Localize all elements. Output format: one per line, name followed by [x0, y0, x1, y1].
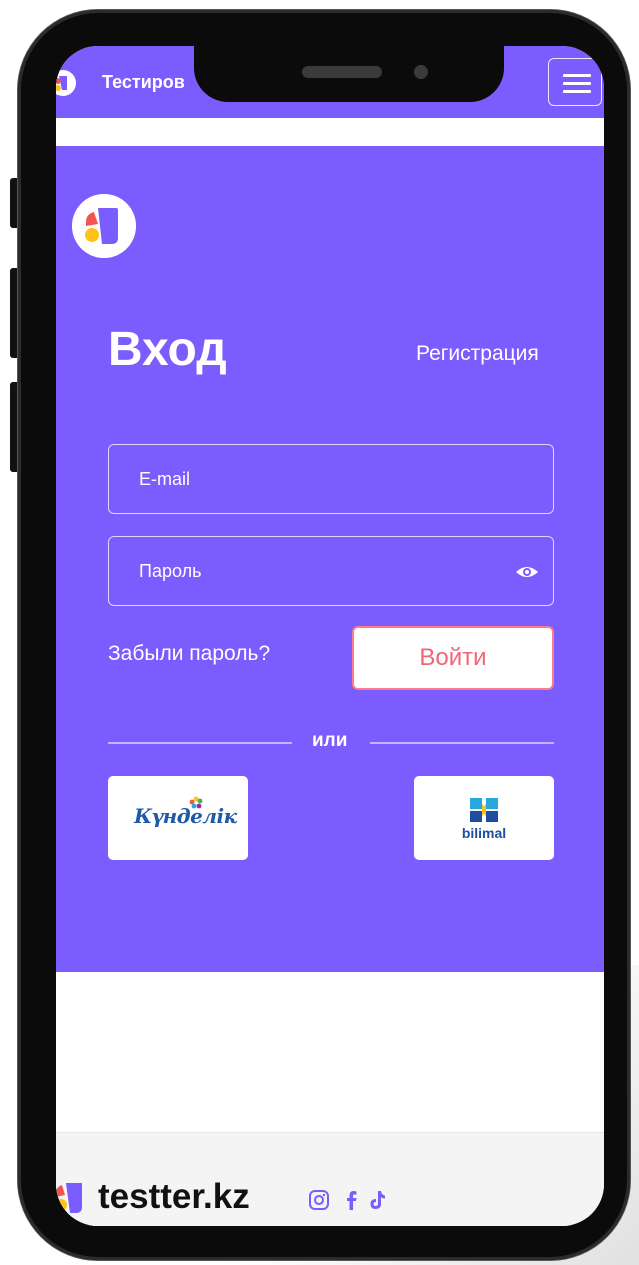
site-title[interactable]: Тестиров	[102, 72, 185, 93]
bilimal-logo	[470, 798, 498, 822]
footer-brand[interactable]: testter.kz	[98, 1177, 250, 1217]
hamburger-menu-icon	[563, 90, 591, 93]
register-link[interactable]: Регистрация	[416, 342, 539, 366]
login-heading: Вход	[108, 323, 227, 376]
facebook-icon[interactable]	[340, 1189, 362, 1211]
email-field[interactable]: E-mail	[108, 444, 554, 514]
login-section: Вход Регистрация E-mail Пароль Забыли па…	[56, 146, 604, 972]
email-placeholder: E-mail	[139, 468, 191, 489]
phone-screen: Тестиров Вход Регистрация E-mail Пароль …	[56, 46, 604, 1226]
testter-logo-icon	[72, 194, 136, 258]
login-button[interactable]: Войти	[352, 626, 554, 690]
hamburger-menu-icon	[563, 82, 591, 85]
kundelik-name: Күнделік	[134, 804, 237, 828]
tiktok-icon[interactable]	[366, 1189, 388, 1211]
password-field[interactable]: Пароль	[108, 536, 554, 606]
forgot-password-link[interactable]: Забыли пароль?	[108, 642, 270, 666]
divider-line-left	[108, 742, 292, 744]
eye-icon[interactable]	[515, 560, 539, 584]
footer: testter.kz	[56, 1132, 604, 1226]
testter-logo-icon[interactable]	[56, 70, 76, 96]
instagram-icon[interactable]	[308, 1189, 330, 1211]
header-spacer	[56, 118, 604, 146]
or-divider-label: или	[312, 730, 348, 751]
password-placeholder: Пароль	[139, 560, 202, 581]
hamburger-menu-icon	[563, 74, 591, 77]
speaker-grille	[302, 66, 382, 78]
canvas: Тестиров Вход Регистрация E-mail Пароль …	[0, 0, 639, 1265]
kundelik-login-button[interactable]: Күнделік	[108, 776, 248, 860]
phone-notch	[194, 20, 504, 102]
bilimal-login-button[interactable]: bilimal	[414, 776, 554, 860]
bilimal-name: bilimal	[461, 825, 507, 841]
divider-line-right	[370, 742, 554, 744]
testter-logo-icon[interactable]	[56, 1179, 86, 1217]
front-camera	[414, 65, 428, 79]
hamburger-menu-button[interactable]	[548, 58, 602, 106]
